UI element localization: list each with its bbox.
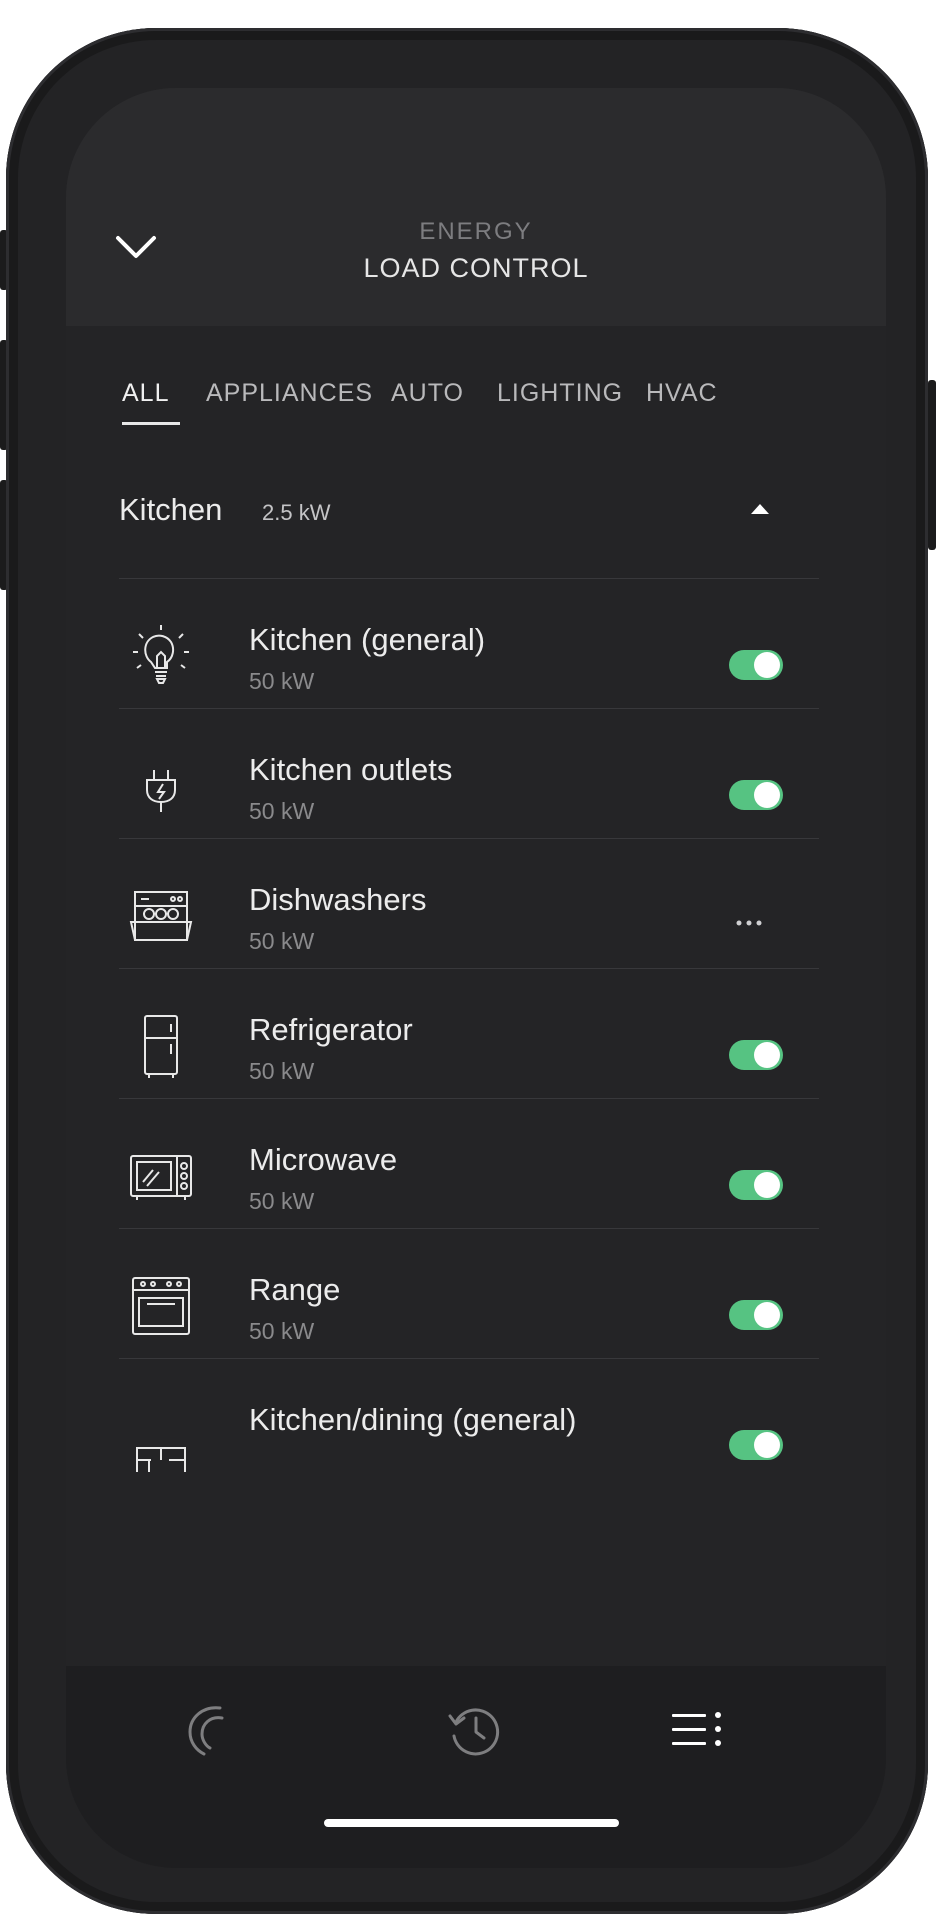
header-supertitle: ENERGY: [419, 218, 533, 245]
group-header-kitchen[interactable]: Kitchen 2.5 kW: [119, 478, 819, 546]
row-divider: [119, 1228, 819, 1229]
floorplan-icon: [127, 1402, 195, 1474]
load-power: 50 kW: [249, 798, 315, 824]
active-tab-indicator: [122, 422, 180, 425]
row-divider: [119, 838, 819, 839]
load-toggle[interactable]: [729, 650, 783, 680]
load-power: 50 kW: [249, 1318, 315, 1344]
plug-icon: [127, 752, 195, 824]
app-header: ENERGY LOAD CONTROL: [66, 88, 886, 326]
load-name: Kitchen (general): [249, 622, 486, 657]
load-name: Refrigerator: [249, 1012, 413, 1047]
dishwasher-icon: [127, 882, 195, 954]
app-screen: ENERGY LOAD CONTROL ALL APPLIANCES AUTO …: [66, 88, 886, 1868]
row-divider: [119, 578, 819, 579]
tab-hvac[interactable]: HVAC: [646, 379, 718, 408]
load-toggle[interactable]: [729, 780, 783, 810]
page-title: LOAD CONTROL: [363, 253, 589, 283]
tab-all[interactable]: ALL: [122, 379, 169, 408]
refrigerator-icon: [127, 1012, 195, 1084]
load-power: 50 kW: [249, 1058, 315, 1084]
load-toggle[interactable]: [729, 1430, 783, 1460]
load-toggle[interactable]: [729, 1170, 783, 1200]
group-name: Kitchen: [119, 492, 223, 527]
phone-frame: ENERGY LOAD CONTROL ALL APPLIANCES AUTO …: [6, 28, 928, 1914]
home-indicator[interactable]: [324, 1819, 619, 1827]
load-name: Microwave: [249, 1142, 398, 1177]
load-name: Kitchen outlets: [249, 752, 453, 787]
caret-up-icon[interactable]: [751, 504, 769, 514]
row-divider: [119, 708, 819, 709]
group-power: 2.5 kW: [262, 500, 331, 525]
more-options-icon[interactable]: [729, 913, 769, 933]
toggle-knob: [754, 1042, 780, 1068]
toggle-knob: [754, 652, 780, 678]
tab-auto[interactable]: AUTO: [391, 379, 464, 408]
category-tabs: ALL APPLIANCES AUTO LIGHTING HVAC: [66, 326, 886, 446]
load-power: 50 kW: [249, 668, 315, 694]
row-divider: [119, 1358, 819, 1359]
row-divider: [119, 1098, 819, 1099]
toggle-knob: [754, 1432, 780, 1458]
history-icon[interactable]: [442, 1698, 506, 1762]
tab-lighting[interactable]: LIGHTING: [497, 379, 623, 408]
load-name: Range: [249, 1272, 341, 1307]
load-toggle[interactable]: [729, 1040, 783, 1070]
power-button: [928, 380, 936, 550]
energy-gauge-icon[interactable]: [176, 1698, 240, 1762]
row-divider: [119, 968, 819, 969]
toggle-knob: [754, 1172, 780, 1198]
load-name: Dishwashers: [249, 882, 427, 917]
tab-appliances[interactable]: APPLIANCES: [206, 379, 373, 408]
load-name: Kitchen/dining (general): [249, 1402, 577, 1437]
toggle-knob: [754, 1302, 780, 1328]
tabs-fade-overlay: [716, 366, 886, 426]
load-power: 50 kW: [249, 1188, 315, 1214]
toggle-knob: [754, 782, 780, 808]
range-icon: [127, 1272, 195, 1344]
menu-list-icon[interactable]: [666, 1698, 730, 1762]
microwave-icon: [127, 1142, 195, 1214]
load-list-panel: ALL APPLIANCES AUTO LIGHTING HVAC Kitche…: [66, 326, 886, 1868]
lightbulb-icon: [127, 622, 195, 694]
load-toggle[interactable]: [729, 1300, 783, 1330]
bottom-tab-bar: [66, 1666, 886, 1868]
load-row-kitchen-dining[interactable]: Kitchen/dining (general): [119, 1358, 819, 1518]
load-power: 50 kW: [249, 928, 315, 954]
